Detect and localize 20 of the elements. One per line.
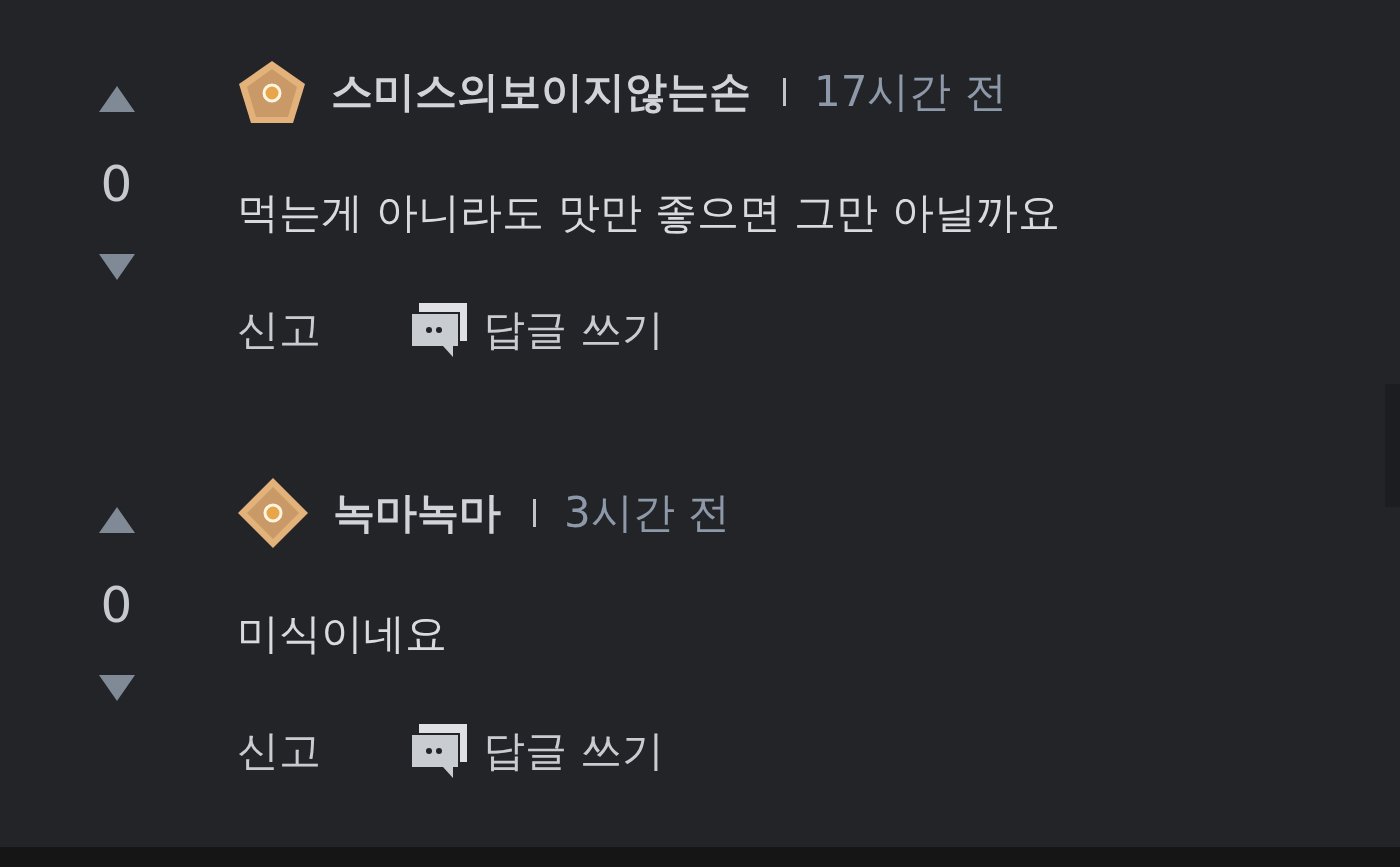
downvote-icon[interactable] [97,674,136,702]
downvote-icon[interactable] [97,253,136,281]
vote-count: 0 [100,156,133,212]
report-link[interactable]: 신고 [237,723,321,779]
vote-count: 0 [100,577,133,633]
chat-bubbles-icon [409,301,469,359]
pentagon-badge-icon [237,59,307,125]
author-name: 녹마녹마 [333,487,501,539]
timestamp: 17시간 전 [814,66,1007,118]
timestamp: 3시간 전 [564,487,731,539]
report-link[interactable]: 신고 [237,302,321,358]
reply-button[interactable]: 답글 쓰기 [409,722,665,780]
author-name: 스미스의보이지않는손 [331,66,751,118]
comment-text: 미식이네요 [237,608,448,660]
diamond-badge-icon [237,477,309,549]
comment-text: 먹는게 아니라도 맛만 좋으면 그만 아닐까요 [237,187,1061,239]
upvote-icon[interactable] [97,506,136,534]
reply-button[interactable]: 답글 쓰기 [409,301,665,359]
chat-bubbles-icon [409,722,469,780]
upvote-icon[interactable] [97,85,136,113]
